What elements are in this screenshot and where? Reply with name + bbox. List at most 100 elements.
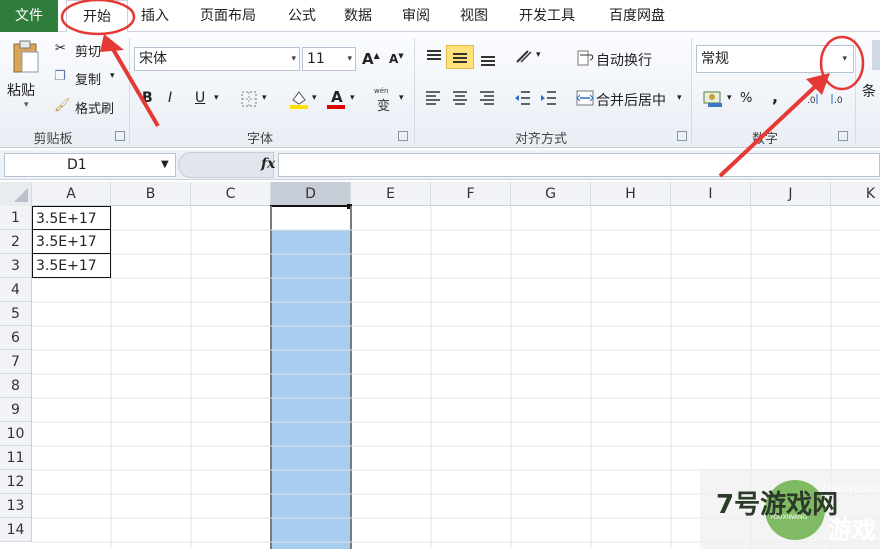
styles-icon[interactable] xyxy=(872,40,880,70)
align-right-icon[interactable] xyxy=(478,89,496,107)
cell-a1[interactable]: 3.5E+17 xyxy=(32,206,111,230)
increase-decimal-icon[interactable]: .0 xyxy=(805,90,825,108)
wrap-text-icon[interactable] xyxy=(576,49,594,67)
column-header-g[interactable]: G xyxy=(511,182,591,206)
font-color-icon[interactable]: A xyxy=(326,88,346,110)
tab-baidu-netdisk[interactable]: 百度网盘 xyxy=(598,0,676,32)
bold-button[interactable]: B xyxy=(142,90,153,106)
font-launcher-icon[interactable] xyxy=(398,131,408,141)
chevron-down-icon[interactable]: ▼ xyxy=(161,154,169,176)
name-box[interactable]: D1 ▼ xyxy=(4,153,176,177)
increase-indent-icon[interactable] xyxy=(540,89,558,107)
underline-button[interactable]: U xyxy=(195,90,205,106)
fill-handle[interactable] xyxy=(347,204,352,209)
border-icon[interactable] xyxy=(240,90,258,108)
phonetic-icon[interactable]: wén 变 xyxy=(374,87,396,114)
chevron-down-icon[interactable]: ▾ xyxy=(291,48,296,70)
wrap-text-button[interactable]: 自动换行 xyxy=(596,50,652,70)
paste-button[interactable]: 粘贴 xyxy=(7,80,35,100)
row-header-3[interactable]: 3 xyxy=(0,254,32,278)
row-header-11[interactable]: 11 xyxy=(0,446,32,470)
paste-chevron-down-icon[interactable]: ▾ xyxy=(24,100,29,110)
decrease-indent-icon[interactable] xyxy=(514,89,532,107)
number-launcher-icon[interactable] xyxy=(838,131,848,141)
row-header-13[interactable]: 13 xyxy=(0,494,32,518)
row-header-7[interactable]: 7 xyxy=(0,350,32,374)
tab-home[interactable]: 开始 xyxy=(66,0,128,33)
row-header-10[interactable]: 10 xyxy=(0,422,32,446)
align-middle-icon[interactable] xyxy=(446,45,474,69)
tab-page-layout[interactable]: 页面布局 xyxy=(190,0,266,32)
alignment-launcher-icon[interactable] xyxy=(677,131,687,141)
merge-center-button[interactable]: 合并后居中 xyxy=(596,90,666,110)
column-header-i[interactable]: I xyxy=(671,182,751,206)
cell-a3[interactable]: 3.5E+17 xyxy=(32,254,111,278)
cut-icon[interactable]: ✂ xyxy=(55,41,66,56)
font-size-combo[interactable]: 11 ▾ xyxy=(302,47,356,71)
tab-formulas[interactable]: 公式 xyxy=(278,0,326,32)
comma-button[interactable]: , xyxy=(772,87,778,106)
border-chevron-down-icon[interactable]: ▾ xyxy=(262,93,267,103)
align-top-icon[interactable] xyxy=(424,48,444,66)
phonetic-chevron-down-icon[interactable]: ▾ xyxy=(399,93,404,103)
copy-icon[interactable]: ❐ xyxy=(54,69,66,84)
tab-developer[interactable]: 开发工具 xyxy=(508,0,586,32)
clipboard-launcher-icon[interactable] xyxy=(115,131,125,141)
italic-button[interactable]: I xyxy=(168,90,172,106)
tab-file[interactable]: 文件 xyxy=(0,0,58,32)
row-header-4[interactable]: 4 xyxy=(0,278,32,302)
copy-chevron-down-icon[interactable]: ▾ xyxy=(110,71,115,81)
tab-insert[interactable]: 插入 xyxy=(130,0,180,32)
decrease-decimal-icon[interactable]: .0 xyxy=(830,90,850,108)
row-header-9[interactable]: 9 xyxy=(0,398,32,422)
select-all-corner[interactable] xyxy=(0,182,32,206)
conditional-format-button-partial[interactable]: 条 xyxy=(862,81,876,101)
column-header-h[interactable]: H xyxy=(591,182,671,206)
align-center-icon[interactable] xyxy=(451,89,469,107)
tab-data[interactable]: 数据 xyxy=(334,0,382,32)
row-header-8[interactable]: 8 xyxy=(0,374,32,398)
row-header-12[interactable]: 12 xyxy=(0,470,32,494)
format-painter-button[interactable]: 格式刷 xyxy=(75,98,114,117)
copy-button[interactable]: 复制 xyxy=(75,69,101,88)
align-bottom-icon[interactable] xyxy=(478,50,498,68)
percent-button[interactable]: % xyxy=(740,91,752,106)
row-header-6[interactable]: 6 xyxy=(0,326,32,350)
align-left-icon[interactable] xyxy=(424,89,442,107)
fx-icon[interactable]: fx xyxy=(261,156,275,172)
font-name-combo[interactable]: 宋体 ▾ xyxy=(134,47,300,71)
grow-font-button[interactable]: A▲ xyxy=(362,50,380,68)
orientation-icon[interactable] xyxy=(514,47,534,65)
row-header-5[interactable]: 5 xyxy=(0,302,32,326)
currency-icon[interactable] xyxy=(702,89,724,109)
format-painter-icon[interactable]: 🖌 xyxy=(54,98,71,113)
column-header-b[interactable]: B xyxy=(111,182,191,206)
tab-review[interactable]: 审阅 xyxy=(392,0,440,32)
paste-icon[interactable] xyxy=(8,38,42,74)
merge-chevron-down-icon[interactable]: ▾ xyxy=(677,93,682,103)
fill-color-chevron-down-icon[interactable]: ▾ xyxy=(312,93,317,103)
column-header-c[interactable]: C xyxy=(191,182,271,206)
font-color-chevron-down-icon[interactable]: ▾ xyxy=(350,93,355,103)
chevron-down-icon[interactable]: ▾ xyxy=(347,48,352,70)
column-header-a[interactable]: A xyxy=(32,182,111,206)
cut-button[interactable]: 剪切 xyxy=(75,41,101,60)
chevron-down-icon[interactable]: ▾ xyxy=(842,46,847,72)
row-header-1[interactable]: 1 xyxy=(0,206,32,230)
underline-chevron-down-icon[interactable]: ▾ xyxy=(214,93,219,103)
column-header-d[interactable]: D xyxy=(271,182,351,206)
cell-a2[interactable]: 3.5E+17 xyxy=(32,230,111,254)
column-header-j[interactable]: J xyxy=(751,182,831,206)
fill-color-icon[interactable] xyxy=(288,88,310,110)
column-header-f[interactable]: F xyxy=(431,182,511,206)
column-header-e[interactable]: E xyxy=(351,182,431,206)
formula-input[interactable] xyxy=(278,153,880,177)
merge-center-icon[interactable] xyxy=(576,89,594,107)
row-header-14[interactable]: 14 xyxy=(0,518,32,542)
row-header-2[interactable]: 2 xyxy=(0,230,32,254)
number-format-combo[interactable]: 常规 ▾ xyxy=(696,45,854,73)
currency-chevron-down-icon[interactable]: ▾ xyxy=(727,93,732,103)
tab-view[interactable]: 视图 xyxy=(450,0,498,32)
column-header-k[interactable]: K xyxy=(831,182,880,206)
orientation-chevron-down-icon[interactable]: ▾ xyxy=(536,50,541,60)
